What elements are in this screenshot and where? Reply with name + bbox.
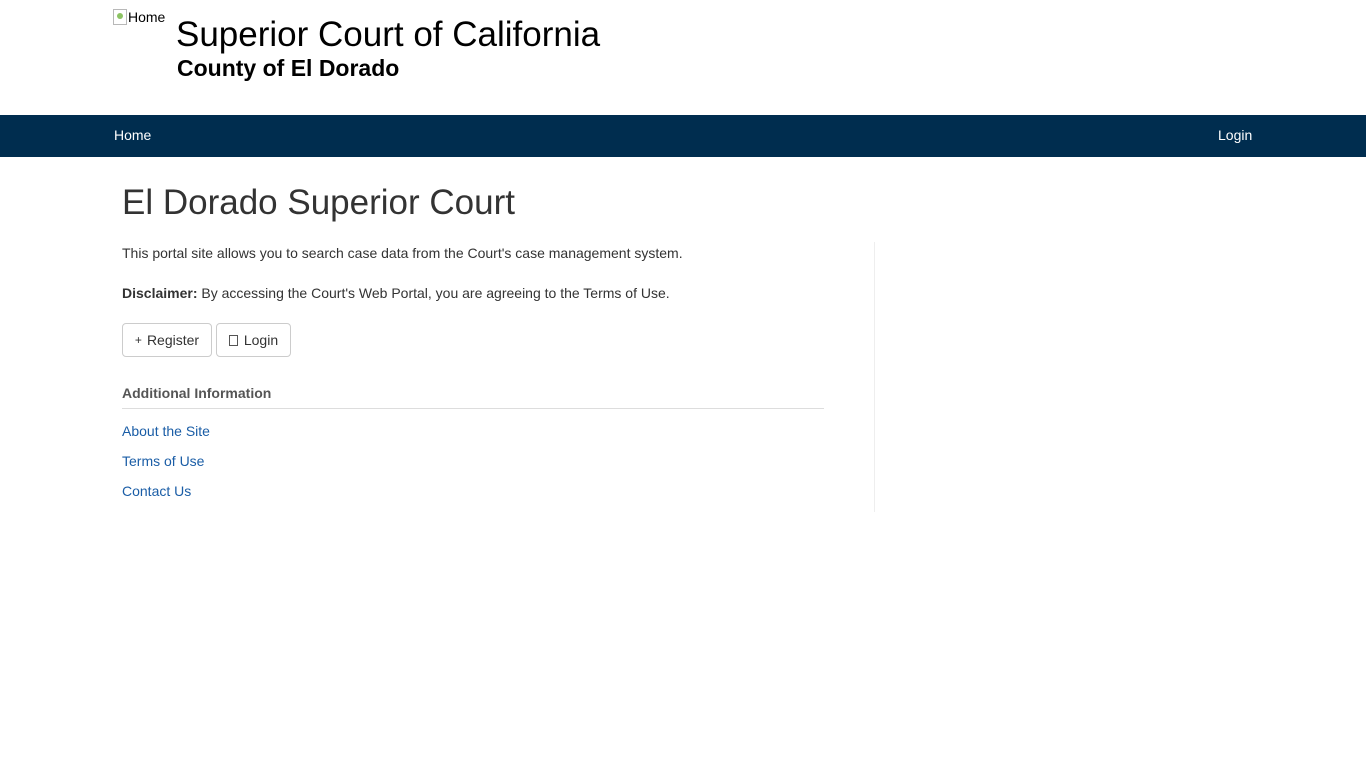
- home-logo-link[interactable]: Home: [113, 9, 165, 25]
- login-button-label: Login: [243, 332, 279, 348]
- broken-image-icon: [113, 9, 127, 25]
- disclaimer: Disclaimer: By accessing the Court's Web…: [122, 285, 670, 301]
- intro-text: This portal site allows you to search ca…: [122, 245, 683, 261]
- site-subtitle: County of El Dorado: [177, 55, 400, 81]
- additional-info-heading: Additional Information: [122, 385, 272, 401]
- about-site-link[interactable]: About the Site: [122, 423, 210, 439]
- disclaimer-label: Disclaimer:: [122, 285, 198, 301]
- disclaimer-text: By accessing the Court's Web Portal, you…: [201, 285, 670, 301]
- site-title: Superior Court of California: [176, 15, 601, 54]
- column-divider: [874, 242, 875, 512]
- main-navbar: Home Login: [0, 115, 1366, 157]
- section-divider: [122, 408, 824, 409]
- nav-login-link[interactable]: Login: [1218, 127, 1252, 143]
- logo-alt-text: Home: [128, 9, 166, 25]
- login-button[interactable]: Login: [216, 323, 291, 357]
- contact-us-link[interactable]: Contact Us: [122, 483, 191, 499]
- site-header: Home Superior Court of California County…: [0, 0, 1366, 115]
- terms-of-use-link[interactable]: Terms of Use: [122, 453, 204, 469]
- nav-home-link[interactable]: Home: [114, 127, 151, 143]
- register-button-label: Register: [146, 332, 200, 348]
- page-title: El Dorado Superior Court: [122, 183, 515, 222]
- register-button[interactable]: + Register: [122, 323, 212, 357]
- plus-icon: +: [134, 333, 142, 347]
- login-icon: [228, 334, 238, 346]
